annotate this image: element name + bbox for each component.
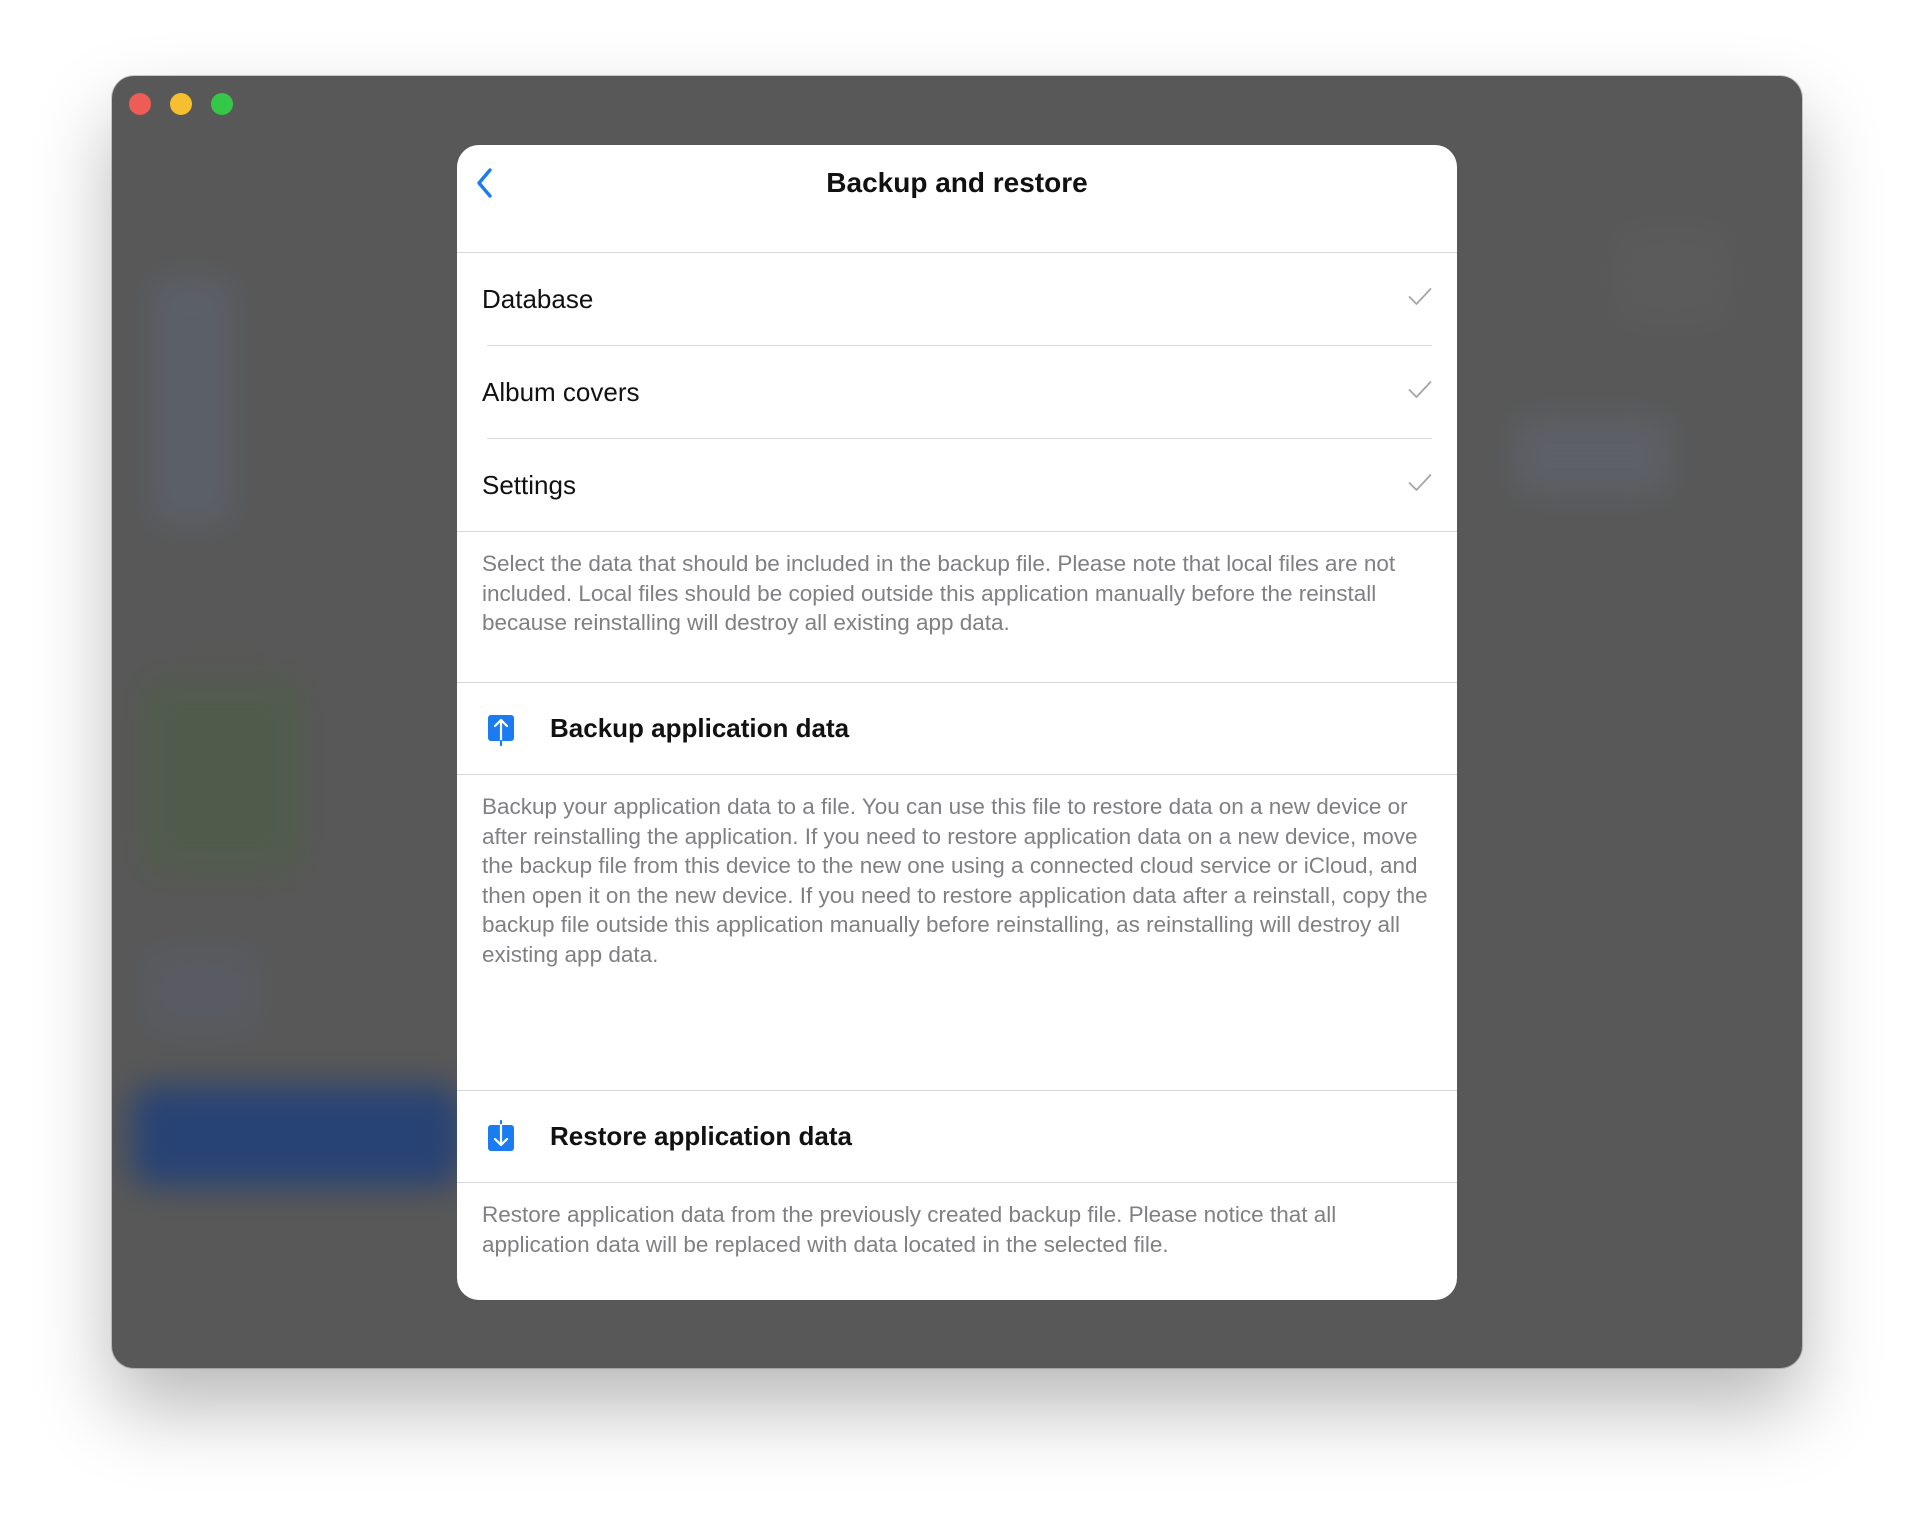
option-label: Album covers: [482, 376, 640, 407]
option-label: Database: [482, 283, 594, 314]
restore-button[interactable]: Restore application data: [457, 1091, 1457, 1182]
sheet-header: Backup and restore: [457, 145, 1457, 253]
checkmark-icon: [1408, 381, 1432, 398]
background-app-blur: [142, 946, 262, 1036]
restore-label: Restore application data: [550, 1121, 852, 1151]
backup-description: Backup your application data to a file. …: [482, 794, 1428, 967]
checkmark-icon: [1408, 474, 1432, 491]
background-app-blur: [152, 276, 232, 526]
background-app-blur: [1612, 226, 1732, 326]
app-window: Backup and restore Database Album covers…: [112, 76, 1802, 1368]
option-database[interactable]: Database: [457, 253, 1457, 345]
backup-label: Backup application data: [550, 713, 850, 743]
page-title: Backup and restore: [826, 167, 1088, 198]
selection-note: Select the data that should be included …: [482, 551, 1396, 635]
background-app-blur: [132, 1086, 462, 1186]
checkmark-icon: [1408, 288, 1432, 305]
close-window-button[interactable]: [129, 93, 151, 115]
background-app-blur: [1512, 416, 1672, 496]
option-settings[interactable]: Settings: [457, 439, 1457, 531]
option-label: Settings: [482, 469, 576, 500]
backup-button[interactable]: Backup application data: [457, 683, 1457, 774]
background-app-blur: [142, 676, 302, 876]
download-icon: [488, 1119, 514, 1151]
maximize-window-button[interactable]: [211, 93, 233, 115]
backup-restore-sheet: Backup and restore Database Album covers…: [457, 145, 1457, 1300]
option-album-covers[interactable]: Album covers: [457, 346, 1457, 438]
window-controls: [129, 93, 233, 115]
minimize-window-button[interactable]: [170, 93, 192, 115]
restore-description: Restore application data from the previo…: [482, 1202, 1337, 1257]
upload-icon: [488, 714, 514, 746]
